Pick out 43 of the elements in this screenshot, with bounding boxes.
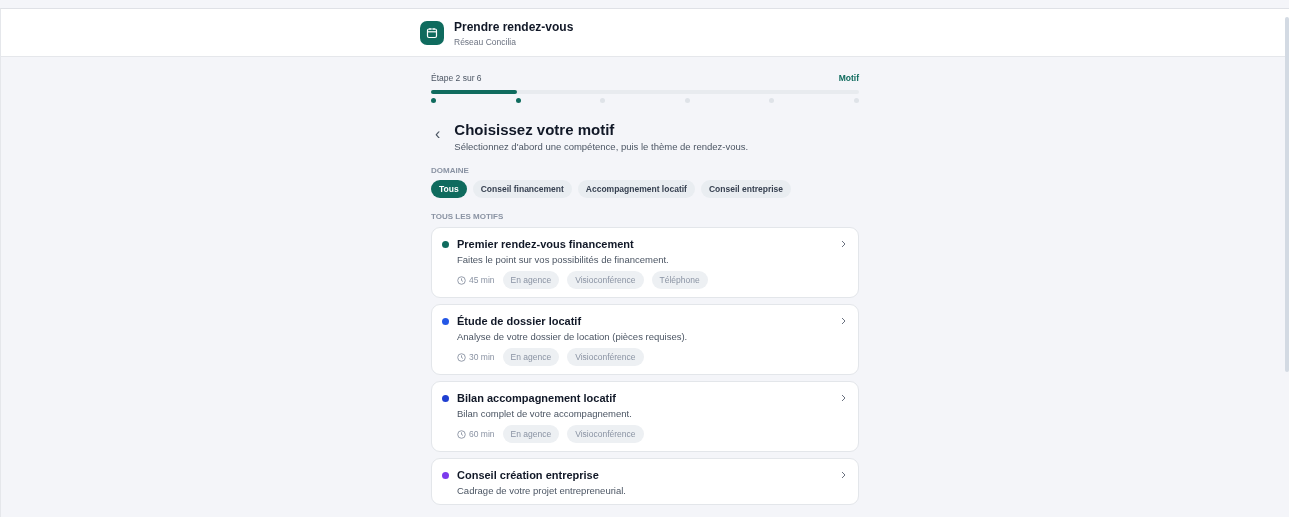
mode-tag: Visioconférence [567, 425, 644, 443]
motif-description: Bilan complet de votre accompagnement. [457, 408, 633, 419]
mode-tag: Visioconférence [567, 348, 644, 366]
motif-description: Analyse de votre dossier de location (pièces requises). [457, 331, 689, 342]
chevron-right-icon [841, 394, 846, 402]
chevron-right-icon [841, 317, 846, 325]
clock-icon [457, 275, 466, 285]
mode-tag: En agence [502, 425, 560, 443]
filter-chip[interactable]: Conseil entreprise [700, 180, 792, 198]
motif-title: Premier rendez-vous financement [457, 238, 635, 250]
mode-tag: En agence [502, 271, 560, 289]
clock-icon [457, 429, 466, 439]
filter-chip[interactable]: Tous [431, 180, 467, 198]
filter-label: DOMAINE [431, 166, 470, 175]
mode-tag: Visioconférence [567, 271, 644, 289]
chevron-right-icon [841, 471, 846, 479]
motif-card[interactable]: Étude de dossier locatif Analyse de votre dossier de location (pièces requises). 30 min En agence Visioconférence [431, 304, 859, 375]
duration: 60 min [469, 429, 495, 439]
motif-card[interactable]: Conseil création entreprise Cadrage de votre projet entrepreneurial. [431, 458, 859, 505]
chevron-right-icon [841, 240, 846, 248]
filter-chip[interactable]: Conseil financement [472, 180, 572, 198]
motif-title: Bilan accompagnement locatif [457, 392, 617, 404]
duration: 30 min [469, 352, 495, 362]
section-subtitle: Sélectionnez d'abord une compétence, puis le thème de rendez-vous. [454, 141, 749, 152]
section-title: Choisissez votre motif [454, 121, 616, 138]
list-label: TOUS LES MOTIFS [431, 212, 505, 221]
motif-title: Conseil création entreprise [457, 469, 600, 481]
clock-icon [457, 352, 466, 362]
motif-description: Faites le point sur vos possibilités de financement. [457, 254, 670, 265]
page-title: Prendre rendez-vous [454, 19, 574, 34]
motif-description: Cadrage de votre projet entrepreneurial. [457, 485, 627, 496]
duration: 45 min [469, 275, 495, 285]
motif-card[interactable]: Bilan accompagnement locatif Bilan complet de votre accompagnement. 60 min En agence Visioconférence [431, 381, 859, 452]
calendar-icon [420, 21, 444, 45]
mode-tag: En agence [502, 348, 560, 366]
step-counter: Étape 2 sur 6 [431, 73, 482, 83]
mode-tag: Téléphone [651, 271, 708, 289]
back-button[interactable]: ‹ [435, 125, 441, 143]
motif-card[interactable]: Premier rendez-vous financement Faites le point sur vos possibilités de financement. 45 min En agence Visioconférence Téléphone [431, 227, 859, 298]
network-name: Réseau Concilia [454, 36, 517, 47]
motif-title: Étude de dossier locatif [457, 315, 583, 327]
filter-chip[interactable]: Accompagnement locatif [577, 180, 695, 198]
step-name: Motif [838, 73, 859, 83]
